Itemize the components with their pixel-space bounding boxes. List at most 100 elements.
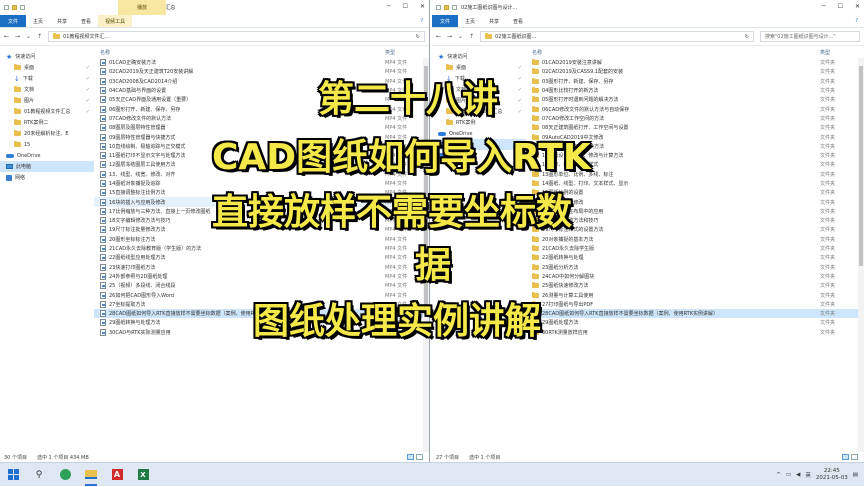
address-bar[interactable]: 02施工图纸识图... ↻	[480, 31, 754, 42]
list-item[interactable]: 01CAD正确安装方法 MP4 文件	[94, 58, 429, 67]
back-icon[interactable]: ←	[436, 33, 441, 40]
list-item[interactable]: 02CAD2019及天正建筑T20安装讲解 MP4 文件	[94, 67, 429, 76]
forward-icon[interactable]: →	[447, 33, 452, 40]
list-item[interactable]: 30CAD与RTK实际测量应用 MP4 文件	[94, 328, 429, 337]
list-item[interactable]: 24CAD中如何分解图块 文件夹	[526, 272, 864, 281]
large-icons-view-icon[interactable]	[416, 454, 423, 460]
list-item[interactable]: 27打印图纸与导出PDF 文件夹	[526, 300, 864, 309]
list-item[interactable]: 20对象捕捉的基本方法 文件夹	[526, 235, 864, 244]
list-item[interactable]: 29图纸转换与处理方法 MP4 文件	[94, 318, 429, 327]
scrollbar[interactable]	[423, 58, 429, 452]
nav-item[interactable]: 此电脑	[0, 161, 94, 172]
list-item[interactable]: 26如何把CAD图形导入Word MP4 文件	[94, 290, 429, 299]
details-view-icon[interactable]	[407, 454, 414, 460]
list-item[interactable]: 18文字编辑修改方法与技巧 MP4 文件	[94, 216, 429, 225]
address-bar[interactable]: 01教程视频文件汇... ↻	[48, 31, 425, 42]
list-item[interactable]: 19尺寸标注批量修改方法 MP4 文件	[94, 225, 429, 234]
back-icon[interactable]: ←	[4, 33, 9, 40]
list-item[interactable]: 04图形比较打开的新方法 文件夹	[526, 86, 864, 95]
minimize-icon[interactable]: ─	[822, 3, 826, 10]
tab-home[interactable]: 主页	[26, 15, 50, 27]
ime-indicator[interactable]: 英	[805, 471, 811, 479]
nav-item[interactable]: 15	[0, 139, 94, 150]
list-item[interactable]: 09图层特性管理器与快捷方式 MP4 文件	[94, 132, 429, 141]
nav-item[interactable]: 01教程视频文件汇总 ✓	[0, 106, 94, 117]
list-item[interactable]: 28CAD图纸如何导入RTK直接放样不需要坐标数据（案例、使用RTK实例讲解） M…	[94, 309, 429, 319]
tab-view[interactable]: 查看	[74, 15, 98, 27]
tray-overflow-icon[interactable]: ^	[776, 472, 781, 478]
list-item[interactable]: 20图形坐标标注方法 MP4 文件	[94, 235, 429, 244]
nav-item[interactable]: ↓ 下载 ✓	[432, 73, 526, 84]
list-item[interactable]: 09AutoCAD2019中文修改 文件夹	[526, 132, 864, 141]
list-item[interactable]: 26测量与计算工具使用 文件夹	[526, 290, 864, 299]
nav-item[interactable]: 图片 ✓	[432, 95, 526, 106]
tab-video-tools[interactable]: 视频工具	[98, 15, 133, 27]
list-item[interactable]: 23快速打印图纸方法 MP4 文件	[94, 263, 429, 272]
list-item[interactable]: 05天正CAD界面及通用设置（重要） MP4 文件	[94, 95, 429, 104]
list-item[interactable]: 17比例缩放与三种方法、直接上一页修改图纸 MP4 文件	[94, 207, 429, 216]
clock[interactable]: 22:45 2021-05-03	[816, 468, 848, 482]
tab-view[interactable]: 查看	[506, 15, 530, 27]
up-icon[interactable]: ↑	[37, 33, 42, 40]
list-item[interactable]: 12坐标、线型、文本样式 文件夹	[526, 160, 864, 169]
search-icon[interactable]: ⚲	[26, 463, 52, 487]
nav-item[interactable]: 桌面 ✓	[432, 62, 526, 73]
list-item[interactable]: 05图形打开时遇到问题的解决方法 文件夹	[526, 95, 864, 104]
network-icon[interactable]: ▭	[786, 472, 791, 478]
list-item[interactable]: 06图形打开、新建、保存、另存 MP4 文件	[94, 104, 429, 113]
list-item[interactable]: 06CAD修改文件的默认方法与自动保存 文件夹	[526, 104, 864, 113]
list-item[interactable]: 22图纸转换与处理 文件夹	[526, 253, 864, 262]
nav-item[interactable]: 网络	[0, 172, 94, 183]
volume-icon[interactable]: ◀	[796, 472, 800, 478]
help-icon[interactable]: ?	[849, 15, 864, 27]
up-icon[interactable]: ↑	[469, 33, 474, 40]
dropdown-icon[interactable]	[20, 5, 25, 10]
column-name[interactable]: 名称	[100, 49, 385, 56]
list-item[interactable]: 07CAD修改文件的默认方法 MP4 文件	[94, 114, 429, 123]
dropdown-icon[interactable]	[452, 5, 457, 10]
list-item[interactable]: 11图纸设置、绘图、修改与计算方法 文件夹	[526, 151, 864, 160]
list-item[interactable]: 12图层冻结图层工具使用方法 MP4 文件	[94, 160, 429, 169]
chevron-down-icon[interactable]: ⌄	[26, 33, 31, 40]
refresh-icon[interactable]: ↻	[416, 34, 420, 40]
list-item[interactable]: 23图纸分析方法 文件夹	[526, 263, 864, 272]
tab-file[interactable]: 文件	[432, 15, 459, 27]
chevron-down-icon[interactable]: ⌄	[458, 33, 463, 40]
list-item[interactable]: 14图纸、线型、打印、文本样式、显示 文件夹	[526, 179, 864, 188]
nav-item[interactable]: 桌面 ✓	[0, 62, 94, 73]
nav-item[interactable]: ★ 快速访问	[432, 51, 526, 62]
maximize-icon[interactable]: ☐	[838, 3, 843, 10]
large-icons-view-icon[interactable]	[851, 454, 858, 460]
list-item[interactable]: 13图形单位、比例、多线、标注 文件夹	[526, 170, 864, 179]
refresh-icon[interactable]: ↻	[745, 34, 749, 40]
list-item[interactable]: 28CAD图纸如何导入RTK直接放样不需要坐标数据（案例、使用RTK实例讲解）文…	[526, 309, 864, 319]
list-item[interactable]: 24外部参照与2D图纸处理 MP4 文件	[94, 272, 429, 281]
list-item[interactable]: 16块的插入与应用及修改 MP4 文件	[94, 197, 429, 207]
list-item[interactable]: 11图纸打印不显示文字与处理方法 MP4 文件	[94, 151, 429, 160]
list-item[interactable]: 25（视频）多段线、闭合线段 MP4 文件	[94, 281, 429, 290]
list-item[interactable]: 21CAD永久去除教育版（学生版）的方法 MP4 文件	[94, 244, 429, 253]
list-item[interactable]: 08图层及图层特性管理器 MP4 文件	[94, 123, 429, 132]
list-item[interactable]: 16图形线宽的修改 文件夹	[526, 197, 864, 206]
list-item[interactable]: 03CAD2008及CAD2014介绍 MP4 文件	[94, 77, 429, 86]
quick-access-toolbar[interactable]	[436, 5, 457, 10]
nav-item[interactable]: ★ 快速访问	[0, 51, 94, 62]
minimize-icon[interactable]: ─	[387, 3, 391, 10]
list-item[interactable]: 10CAD图纸坐标系转换方法 文件夹	[526, 142, 864, 151]
folder-icon[interactable]	[444, 5, 449, 10]
nav-item[interactable]: 01教程视频文件汇总 ✓	[432, 106, 526, 117]
search-input[interactable]: 搜索"02施工图纸识图与设计..."	[760, 31, 860, 42]
list-item[interactable]: 30RTK测量放样应用 文件夹	[526, 328, 864, 337]
list-item[interactable]: 13、线型、线宽、修改、对齐 MP4 文件	[94, 170, 429, 179]
nav-item[interactable]: 文档 ✓	[0, 84, 94, 95]
list-item[interactable]: 29图纸处理方法 文件夹	[526, 318, 864, 327]
list-item[interactable]: 15图纸比例的设置 文件夹	[526, 188, 864, 197]
title-bar[interactable]: 01教程视频文件汇总 播放 ─☐✕	[0, 0, 429, 15]
quick-access-toolbar[interactable]	[4, 5, 25, 10]
tab-file[interactable]: 文件	[0, 15, 27, 27]
scrollbar[interactable]	[858, 58, 864, 452]
close-icon[interactable]: ✕	[420, 3, 425, 10]
nav-item[interactable]: 网络	[432, 150, 526, 161]
nav-item[interactable]: 文档 ✓	[432, 84, 526, 95]
save-icon[interactable]	[4, 5, 9, 10]
